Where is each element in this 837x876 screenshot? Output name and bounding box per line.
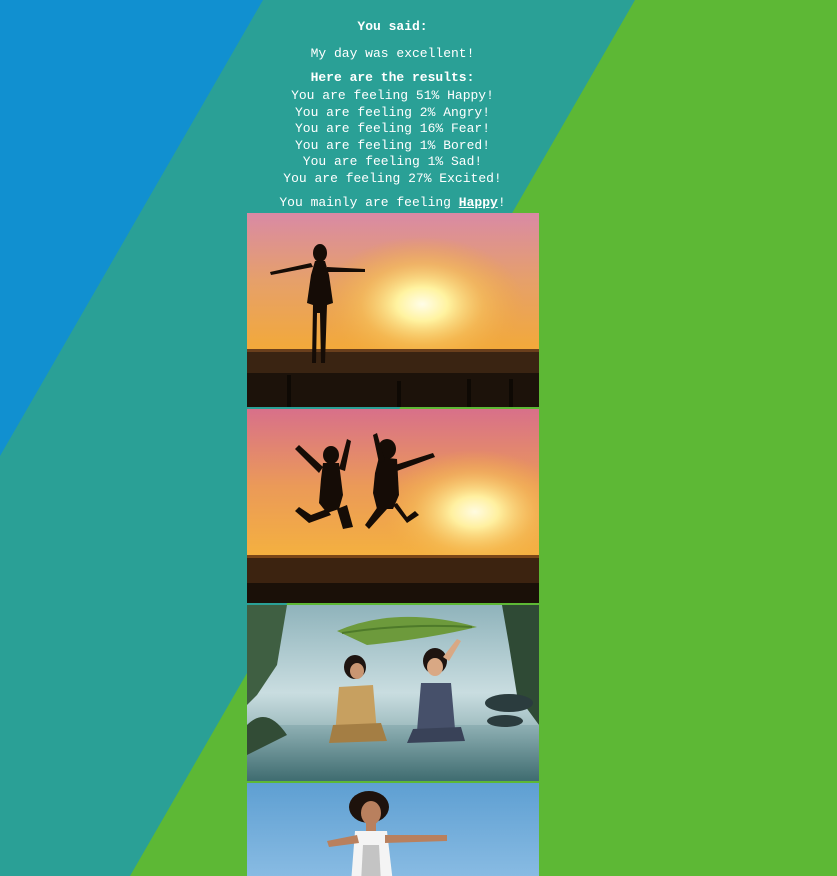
- results-list: You are feeling 51% Happy! You are feeli…: [0, 88, 785, 188]
- results-heading: Here are the results:: [310, 70, 475, 85]
- result-excited: You are feeling 27% Excited!: [283, 170, 502, 186]
- result-sad: You are feeling 1% Sad!: [302, 154, 483, 170]
- woman-jumping-blue-sky-photo: [247, 783, 539, 876]
- result-angry: You are feeling 2% Angry!: [294, 104, 491, 120]
- woman-arms-outstretched-sunset-photo: [247, 213, 539, 407]
- results-panel: You said: My day was excellent! Here are…: [0, 0, 785, 211]
- result-happy: You are feeling 51% Happy!: [291, 88, 494, 103]
- user-input-text: My day was excellent!: [310, 46, 475, 61]
- summary-prefix: You mainly are feeling: [279, 194, 459, 210]
- you-said-heading: You said:: [357, 19, 428, 34]
- image-gallery: [247, 213, 539, 876]
- two-girls-jumping-sunset-photo: [247, 409, 539, 603]
- result-bored: You are feeling 1% Bored!: [294, 137, 491, 153]
- summary-line: You mainly are feeling Happy!: [0, 195, 785, 211]
- main-emotion-link[interactable]: Happy: [459, 195, 498, 210]
- result-fear: You are feeling 16% Fear!: [294, 121, 491, 137]
- summary-suffix: !: [497, 194, 506, 210]
- girls-laughing-under-leaf-rain-photo: [247, 605, 539, 781]
